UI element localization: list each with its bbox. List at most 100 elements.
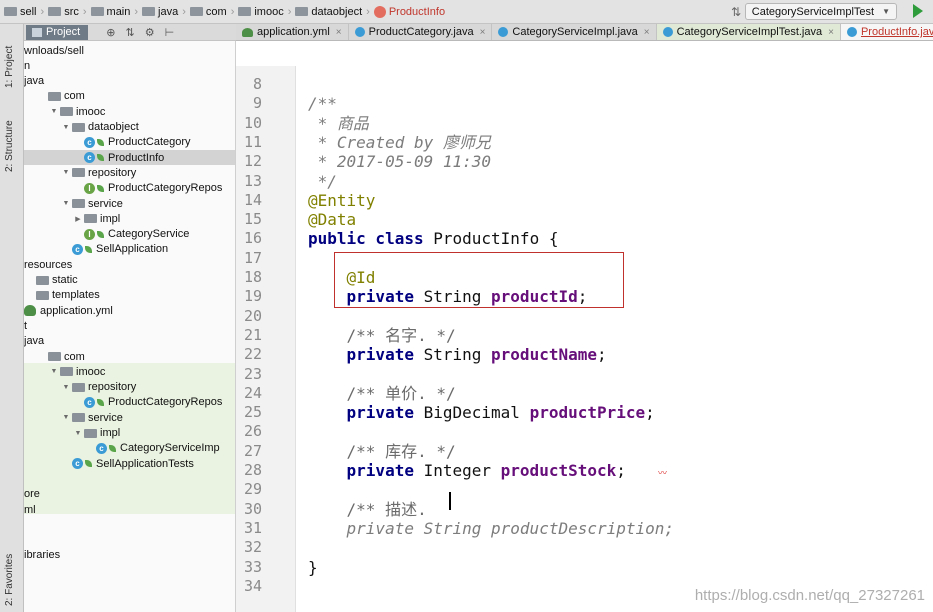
tree-item[interactable]: n (24, 58, 235, 73)
tree-item[interactable]: ▼ service (24, 196, 235, 211)
target-icon[interactable]: ⊕ (106, 26, 115, 39)
collapse-icon[interactable]: ⇅ (125, 26, 134, 39)
chevron-down-icon[interactable]: ▼ (60, 384, 72, 391)
code-line[interactable]: @Entity (308, 191, 375, 210)
editor-tab[interactable]: CategoryServiceImpl.java × (492, 24, 657, 40)
code-line[interactable]: private Integer productStock; (308, 461, 626, 480)
tree-item[interactable]: t (24, 318, 235, 333)
favorites-tool-tab[interactable]: 2: Favorites (4, 554, 15, 606)
breadcrumb-item[interactable]: dataobject › (295, 6, 370, 18)
close-icon[interactable]: × (828, 27, 834, 38)
tree-item[interactable] (24, 517, 235, 532)
tree-item[interactable]: c ProductCategory (24, 135, 235, 150)
code-token: private String productDescription; (346, 518, 675, 538)
tree-item[interactable]: c SellApplicationTests (24, 456, 235, 471)
code-line[interactable]: /** 名字. */ (308, 326, 456, 345)
tree-item[interactable]: c CategoryServiceImp (24, 441, 235, 456)
close-icon[interactable]: × (644, 27, 650, 38)
close-icon[interactable]: × (336, 27, 342, 38)
code-line[interactable]: /** (308, 94, 337, 113)
code-line[interactable]: */ (308, 172, 337, 191)
chevron-right-icon[interactable]: ▶ (72, 215, 84, 223)
tree-item[interactable]: java (24, 334, 235, 349)
tree-item[interactable]: c ProductCategoryRepos (24, 395, 235, 410)
tree-item[interactable]: ml (24, 502, 235, 517)
code-line[interactable]: * Created by 廖师兄 (308, 133, 491, 152)
tree-item[interactable]: I ProductCategoryRepos (24, 181, 235, 196)
spring-leaf-icon (85, 460, 92, 468)
editor-tab[interactable]: ProductCategory.java × (349, 24, 493, 40)
chevron-down-icon[interactable]: ▼ (60, 169, 72, 176)
code-line[interactable]: public class ProductInfo { (308, 229, 558, 248)
tree-item[interactable]: ▶ impl (24, 211, 235, 226)
tree-item[interactable]: templates (24, 288, 235, 303)
code-line[interactable]: private String productName; (308, 345, 607, 364)
breadcrumb-item[interactable]: sell › (4, 6, 44, 18)
code-line[interactable]: @Data (308, 210, 356, 229)
tree-item[interactable]: ibraries (24, 548, 235, 563)
code-editor[interactable]: /** * 商品 * Created by 廖师兄 * 2017-05-09 1… (296, 66, 933, 612)
run-icon[interactable] (913, 4, 923, 18)
tree-item[interactable]: static (24, 273, 235, 288)
tree-item[interactable]: I CategoryService (24, 227, 235, 242)
code-line[interactable]: private String productDescription; (308, 518, 675, 538)
tree-item[interactable]: ▼ impl (24, 426, 235, 441)
chevron-down-icon[interactable]: ▼ (72, 430, 84, 437)
tree-item[interactable]: ▼ imooc (24, 104, 235, 119)
line-number: 8 (252, 75, 262, 93)
editor-tab[interactable]: CategoryServiceImplTest.java × (656, 24, 841, 40)
structure-tool-tab[interactable]: 2: Structure (4, 120, 15, 172)
tree-item[interactable]: ▼ imooc (24, 364, 235, 379)
chevron-down-icon[interactable]: ▼ (48, 108, 60, 115)
code-line[interactable]: /** 描述. (308, 500, 436, 519)
tree-item[interactable]: c ProductInfo (24, 150, 235, 166)
code-token: * 2017-05-09 11:30 (308, 152, 492, 172)
code-line[interactable]: * 2017-05-09 11:30 (308, 152, 491, 171)
code-token: private (346, 345, 424, 365)
tree-item[interactable] (24, 471, 235, 486)
tree-item[interactable]: ▼ repository (24, 165, 235, 180)
hide-icon[interactable]: ⊢ (165, 26, 175, 39)
breadcrumb-item[interactable]: ProductInfo (373, 5, 445, 18)
tree-item[interactable]: java (24, 74, 235, 89)
tree-item[interactable]: c SellApplication (24, 242, 235, 257)
class-icon: c (72, 458, 83, 470)
chevron-down-icon[interactable]: ▼ (60, 414, 72, 421)
tree-item[interactable]: ore (24, 487, 235, 502)
tree-item[interactable] (24, 533, 235, 548)
tree-item[interactable]: com (24, 89, 235, 104)
breadcrumb-item[interactable]: java › (142, 6, 186, 18)
close-icon[interactable]: × (480, 27, 486, 38)
code-line[interactable]: private BigDecimal productPrice; (308, 403, 655, 422)
chevron-down-icon[interactable]: ▼ (60, 124, 72, 131)
breadcrumb-item[interactable]: com › (189, 6, 234, 18)
tree-item[interactable]: resources (24, 257, 235, 272)
sort-icon[interactable]: ⇅ (731, 5, 741, 19)
tree-item[interactable]: ▼ service (24, 410, 235, 425)
code-line[interactable]: /** 单价. */ (308, 384, 456, 403)
project-view-select[interactable]: Project (26, 24, 89, 40)
tree-item[interactable]: application.yml (24, 303, 235, 318)
tree-item[interactable]: wnloads/sell (24, 43, 235, 58)
run-config-select[interactable]: CategoryServiceImplTest ▼ (744, 3, 897, 20)
code-line[interactable]: } (308, 558, 318, 577)
code-token: } (308, 557, 318, 577)
gear-icon[interactable]: ⚙ (145, 26, 155, 39)
code-line[interactable]: /** 库存. */ (308, 442, 456, 461)
breadcrumb-item[interactable]: imooc › (238, 6, 291, 18)
tree-item[interactable]: com (24, 349, 235, 364)
breadcrumb-item[interactable]: src › (48, 6, 87, 18)
tree-item[interactable]: ▼ dataobject (24, 120, 235, 135)
tree-item[interactable]: ▼ repository (24, 380, 235, 395)
editor-tab[interactable]: application.yml × (236, 24, 349, 40)
code-line[interactable]: * 商品 (308, 114, 369, 133)
breadcrumb-item[interactable]: main › (90, 6, 138, 18)
editor-tab[interactable]: ProductInfo.java× (840, 24, 933, 40)
chevron-down-icon[interactable]: ▼ (60, 200, 72, 207)
project-tool-tab[interactable]: 1: Project (4, 46, 15, 88)
chevron-down-icon[interactable]: ▼ (48, 368, 60, 375)
tree-item-label: ibraries (24, 549, 61, 562)
line-number: 18 (243, 268, 262, 286)
code-token: private (346, 461, 424, 480)
